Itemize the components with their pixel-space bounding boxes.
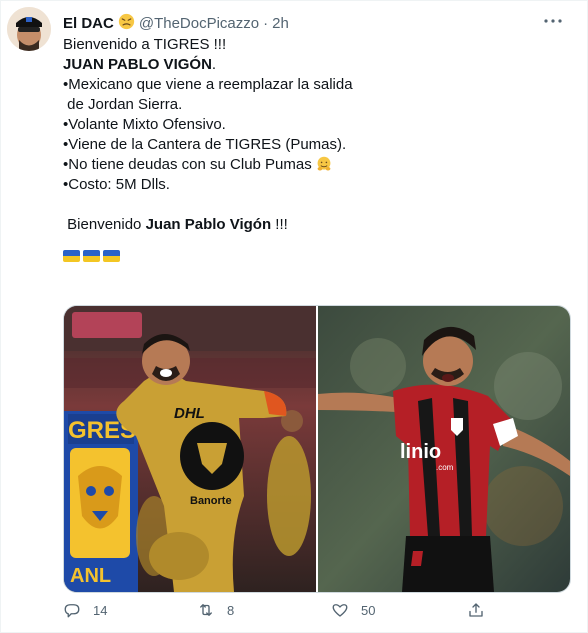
tweet-actions: 14 8 50: [63, 601, 513, 623]
like-count: 50: [361, 602, 376, 618]
tweet-card[interactable]: El DAC @TheDocPicazzo · 2h Bienvenido a …: [0, 0, 588, 633]
photo-right[interactable]: linio .com: [318, 306, 570, 592]
ukraine-flag-icon: [83, 250, 100, 262]
more-dots-icon: [544, 19, 562, 23]
player-name-bold: JUAN PABLO VIGÓN: [63, 56, 212, 73]
jersey-sponsor-linio: linio: [400, 441, 441, 463]
ukraine-flag-icon: [103, 250, 120, 262]
retweet-icon: [200, 604, 212, 616]
jersey-sponsor-banorte: Banorte: [190, 495, 232, 507]
user-handle[interactable]: @TheDocPicazzo: [139, 15, 259, 32]
text-line: •Costo: 5M Dlls.: [63, 176, 170, 193]
share-button[interactable]: [467, 601, 485, 619]
text-line: Bienvenido a TIGRES !!!: [63, 36, 227, 53]
text-line: •Mexicano que viene a reemplazar la sali…: [63, 76, 353, 93]
avatar[interactable]: [7, 7, 51, 51]
timestamp[interactable]: 2h: [272, 15, 289, 32]
hugging-face-emoji: [316, 156, 332, 173]
jersey-sponsor-domain: .com: [436, 463, 454, 472]
persevering-face-emoji: [118, 13, 135, 34]
debt-line: •No tiene deudas con su Club Pumas: [63, 155, 563, 175]
welcome-suffix: !!!: [271, 216, 288, 233]
retweet-count: 8: [227, 602, 235, 618]
reply-count: 14: [93, 602, 108, 618]
flags-row: [63, 250, 563, 262]
like-button[interactable]: 50: [331, 601, 375, 619]
reply-button[interactable]: 14: [63, 601, 107, 619]
jersey-sponsor-dhl: DHL: [174, 405, 205, 422]
text-line: •Viene de la Cantera de TIGRES (Pumas).: [63, 136, 347, 153]
retweet-button[interactable]: 8: [197, 601, 234, 619]
badge-bottom-text: ANL: [70, 565, 111, 587]
reply-icon: [64, 604, 80, 618]
text-line: •Volante Mixto Ofensivo.: [63, 116, 226, 133]
photo-left[interactable]: GRES ANL DHL Banorte: [64, 306, 316, 592]
debt-text: •No tiene deudas con su Club Pumas: [63, 156, 316, 173]
headline-line: JUAN PABLO VIGÓN.: [63, 55, 563, 75]
ukraine-flag-icon: [63, 250, 80, 262]
display-name[interactable]: El DAC: [63, 15, 114, 32]
text-line: de Jordan Sierra.: [63, 96, 183, 113]
heart-icon: [332, 604, 348, 617]
tweet-media: GRES ANL DHL Banorte linio .com: [63, 305, 571, 593]
text-line: [63, 195, 563, 215]
separator-dot: ·: [263, 15, 269, 32]
welcome-name-bold: Juan Pablo Vigón: [145, 216, 272, 233]
tweet-text: Bienvenido a TIGRES !!! JUAN PABLO VIGÓN…: [63, 35, 563, 262]
tweet-header: El DAC @TheDocPicazzo · 2h: [63, 13, 289, 34]
welcome-prefix: Bienvenido: [63, 216, 146, 233]
share-icon: [469, 603, 483, 617]
headline-period: .: [211, 56, 217, 73]
welcome-line: Bienvenido Juan Pablo Vigón !!!: [63, 215, 563, 235]
more-options-button[interactable]: [541, 11, 565, 31]
